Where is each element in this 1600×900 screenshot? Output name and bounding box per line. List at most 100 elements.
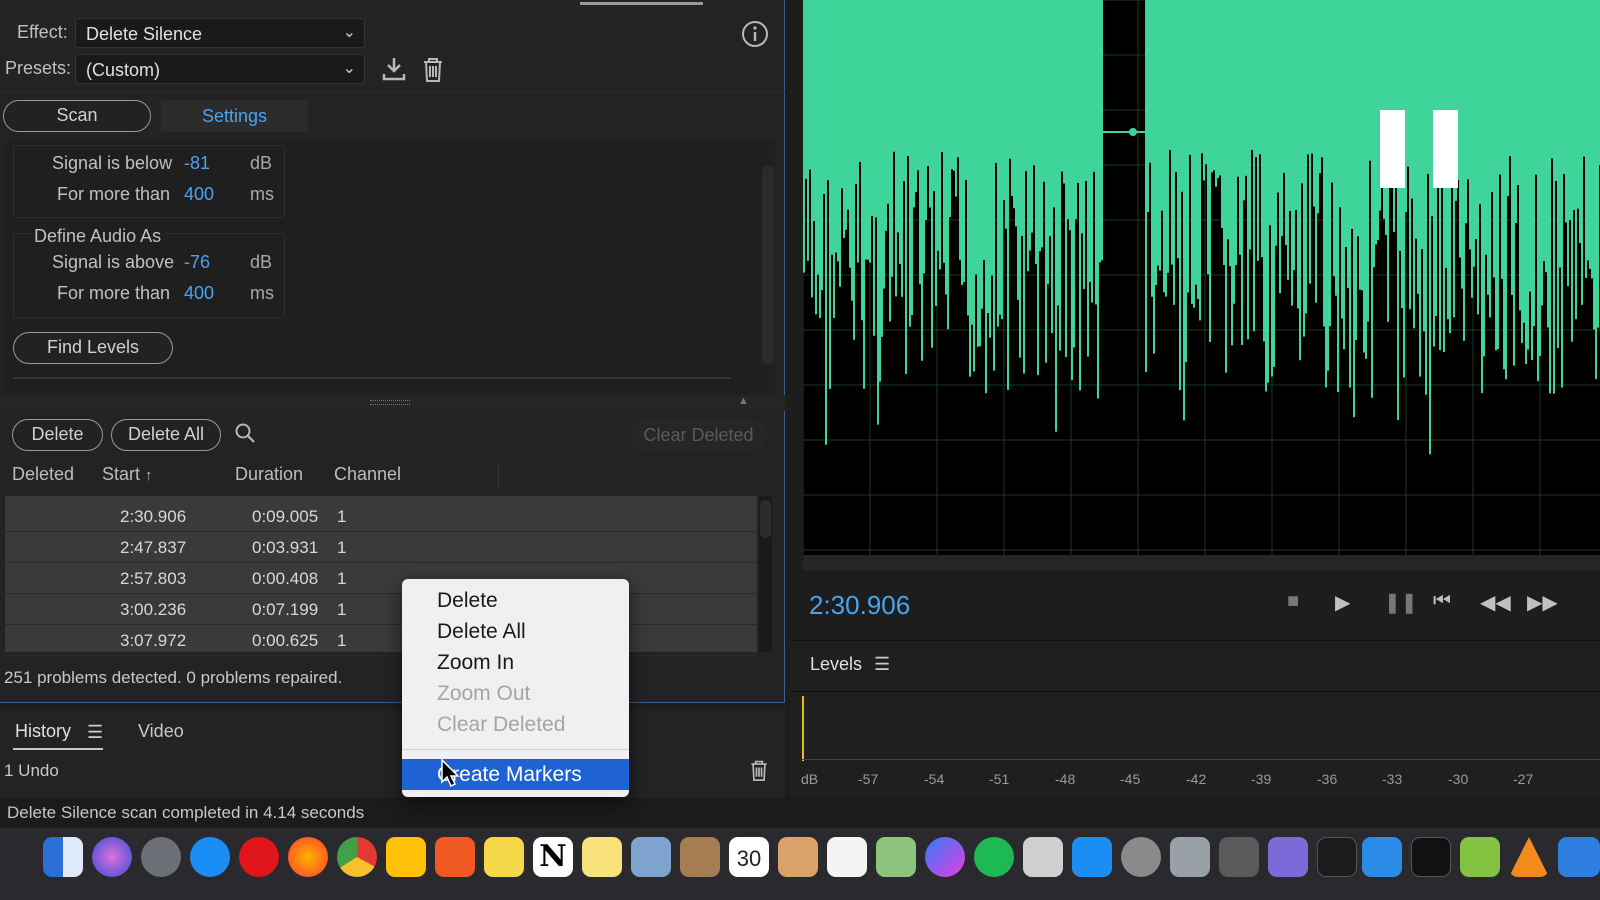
chevron-down-icon: ⌄ [342, 24, 356, 41]
delete-all-button[interactable]: Delete All [111, 419, 221, 451]
cell-start: 2:57.803 [120, 569, 187, 588]
current-time[interactable]: 2:30.906 [809, 590, 910, 621]
reminders-icon[interactable] [827, 837, 867, 877]
collapse-icon[interactable]: ▲ [738, 395, 749, 407]
table-row[interactable]: 3:00.236 0:07.199 1 [5, 594, 757, 625]
messenger-icon[interactable] [925, 837, 965, 877]
table-row[interactable]: 2:57.803 0:00.408 1 [5, 563, 757, 594]
app-store-icon[interactable] [1072, 837, 1112, 877]
play-icon[interactable]: ▶ [1335, 590, 1350, 615]
table-row[interactable]: 3:07.972 0:00.625 1 [5, 625, 757, 656]
cell-start: 2:47.837 [120, 538, 187, 557]
menu-item-delete-all[interactable]: Delete All [402, 616, 629, 647]
stop-icon[interactable]: ■ [1287, 590, 1299, 613]
tab-scan[interactable]: Scan [3, 100, 151, 132]
siri-icon[interactable] [92, 837, 132, 877]
script-editor-icon[interactable] [1023, 837, 1063, 877]
cell-duration: 0:03.931 [252, 538, 319, 557]
column-start[interactable]: Start ↑ [102, 464, 153, 485]
panel-divider[interactable]: ▲ [0, 395, 785, 411]
terminal-icon[interactable] [1411, 837, 1451, 877]
signal-above-value[interactable]: -76 [184, 252, 210, 273]
audio-duration-label: For more than [57, 283, 171, 303]
firefox-icon[interactable] [288, 837, 328, 877]
tab-settings[interactable]: Settings [161, 100, 308, 132]
signal-above-unit: dB [250, 252, 273, 272]
settings-scrollbar[interactable] [762, 165, 774, 365]
levels-title: Levels [810, 654, 863, 674]
presets-dropdown[interactable]: (Custom) ⌄ [75, 54, 365, 84]
contacts-icon[interactable] [680, 837, 720, 877]
info-icon[interactable] [741, 20, 769, 54]
history-menu-icon[interactable]: ☰ [87, 722, 103, 743]
table-scrollbar[interactable] [759, 496, 772, 652]
wizard-app-icon[interactable] [1268, 837, 1308, 877]
column-deleted[interactable]: Deleted [12, 464, 74, 485]
chrome-icon[interactable] [337, 837, 377, 877]
safari-icon[interactable] [190, 837, 230, 877]
table-row[interactable]: 2:47.837 0:03.931 1 [5, 532, 757, 563]
maps-icon[interactable] [876, 837, 916, 877]
find-levels-button[interactable]: Find Levels [13, 332, 173, 364]
menu-item-zoom-in[interactable]: Zoom In [402, 647, 629, 678]
cell-channel: 1 [337, 569, 347, 588]
transport-bar: 2:30.906 ■ ▶ ❚❚ ⏮ ◀◀ ▶▶ [790, 570, 1600, 635]
vlc-icon[interactable] [1509, 837, 1549, 877]
waveform-display[interactable] [803, 0, 1600, 555]
timeline-scrollbar[interactable] [803, 555, 1600, 570]
delete-button[interactable]: Delete [12, 419, 103, 451]
download-preset-icon[interactable] [380, 55, 408, 89]
rewind-icon[interactable]: ◀◀ [1480, 590, 1511, 615]
archive-icon[interactable] [778, 837, 818, 877]
keep-icon[interactable] [386, 837, 426, 877]
skip-to-start-icon[interactable]: ⏮ [1433, 590, 1451, 613]
column-duration[interactable]: Duration [235, 464, 303, 485]
stickies-icon[interactable] [484, 837, 524, 877]
silence-duration-value[interactable]: 400 [184, 184, 214, 205]
fast-forward-icon[interactable]: ▶▶ [1527, 590, 1558, 615]
automator-icon[interactable] [1219, 837, 1259, 877]
problems-summary: 251 problems detected. 0 problems repair… [4, 668, 343, 687]
tab-history[interactable]: History [15, 721, 71, 742]
level-tick: -57 [858, 771, 879, 787]
spotify-icon[interactable] [974, 837, 1014, 877]
signal-below-value[interactable]: -81 [184, 153, 210, 174]
system-preferences-icon[interactable] [1121, 837, 1161, 877]
effect-dropdown[interactable]: Delete Silence ⌄ [75, 18, 365, 48]
brave-icon[interactable] [435, 837, 475, 877]
context-menu: Delete Delete All Zoom In Zoom Out Clear… [402, 579, 629, 797]
clear-deleted-button[interactable]: Clear Deleted [630, 419, 767, 451]
notes-icon[interactable] [582, 837, 622, 877]
trash-icon[interactable] [420, 55, 446, 89]
dock-app-icon[interactable] [1558, 837, 1600, 877]
silence-duration-label: For more than [57, 184, 171, 204]
launchpad-icon[interactable] [141, 837, 181, 877]
audio-duration-value[interactable]: 400 [184, 283, 214, 304]
menu-item-delete[interactable]: Delete [402, 585, 629, 616]
calendar-icon[interactable]: 30 [729, 837, 769, 877]
android-studio-icon[interactable] [1460, 837, 1500, 877]
notion-icon[interactable]: N [533, 837, 573, 877]
level-tick: -45 [1120, 771, 1141, 787]
column-channel[interactable]: Channel [334, 464, 401, 485]
opera-icon[interactable] [239, 837, 279, 877]
tab-video[interactable]: Video [138, 721, 184, 742]
search-icon[interactable] [234, 422, 256, 450]
table-row[interactable]: 2:30.906 0:09.005 1 [5, 501, 757, 532]
disk-utility-icon[interactable] [1170, 837, 1210, 877]
trash-icon[interactable] [748, 758, 770, 787]
activity-monitor-icon[interactable] [1317, 837, 1357, 877]
effect-value: Delete Silence [86, 24, 203, 44]
pause-icon[interactable]: ❚❚ [1384, 590, 1418, 615]
sort-ascending-icon: ↑ [145, 467, 153, 484]
audition-icon[interactable] [1362, 837, 1402, 877]
panel-drag-handle[interactable] [580, 2, 703, 5]
cell-start: 3:07.972 [120, 631, 187, 650]
cell-channel: 1 [337, 600, 347, 619]
menu-item-create-markers[interactable]: Create Markers [402, 759, 629, 790]
levels-menu-icon[interactable]: ☰ [874, 654, 890, 675]
status-bar: Delete Silence scan completed in 4.14 se… [0, 798, 1600, 828]
finder-icon[interactable] [43, 837, 83, 877]
preview-icon[interactable] [631, 837, 671, 877]
pause-overlay-bar [1433, 110, 1458, 188]
